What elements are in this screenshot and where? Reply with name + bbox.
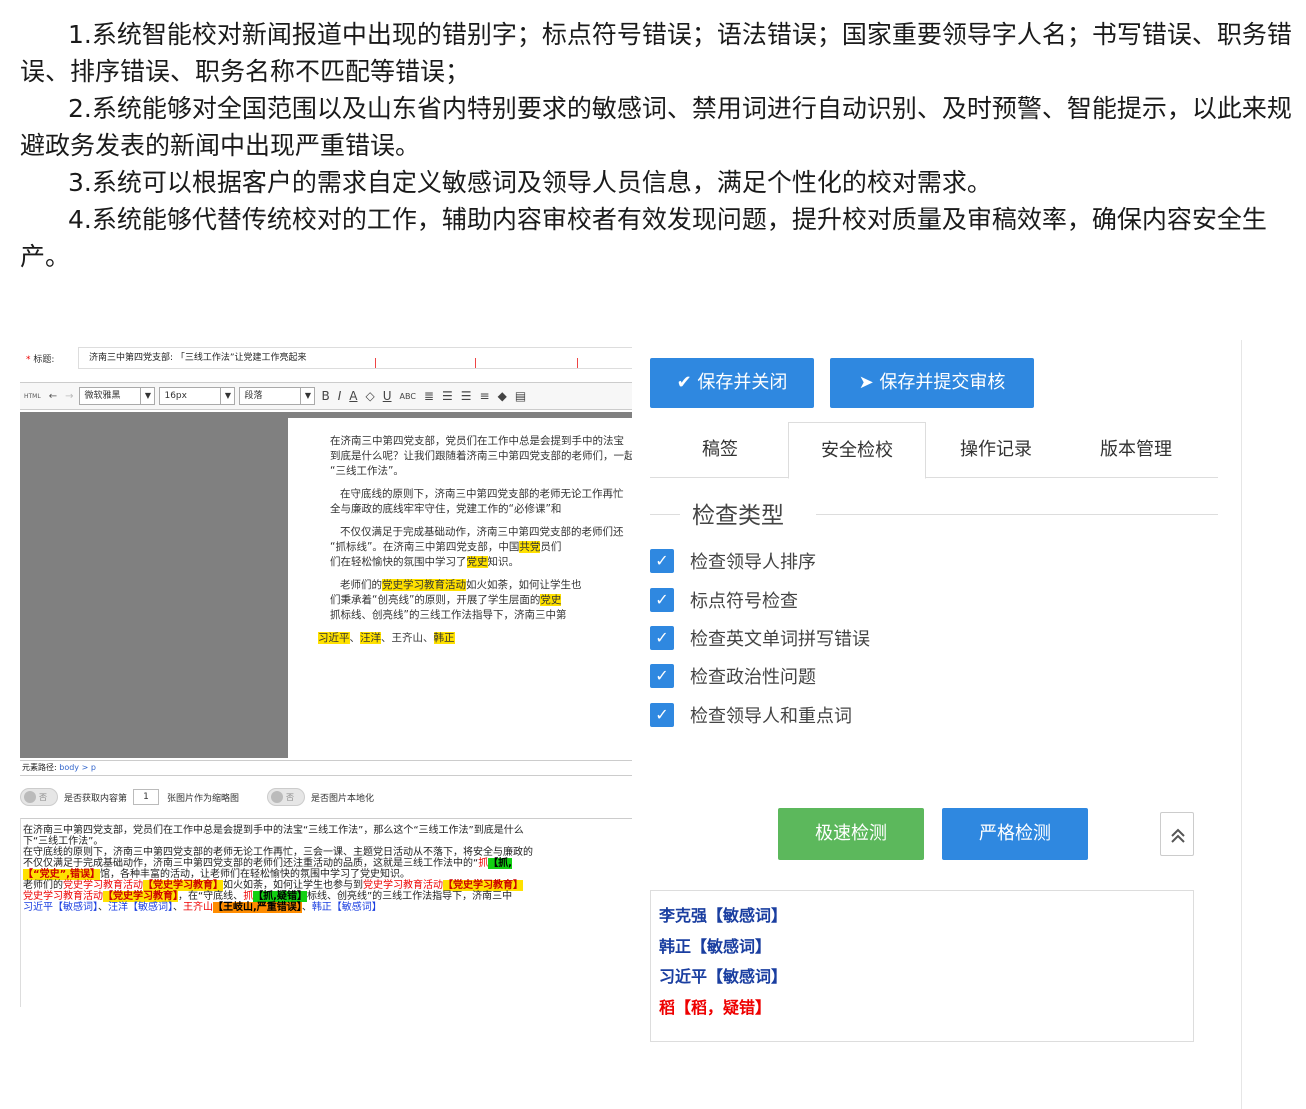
save-submit-button[interactable]: ➤ 保存并提交审核: [830, 358, 1034, 408]
intro-item-4: 4.系统能够代替传统校对的工作，辅助内容审校者有效发现问题，提升校对质量及审稿效…: [20, 205, 1267, 271]
doc-paragraph: 老师们的党史学习教育活动如火如荼，如何让学生也 们秉承着“创亮线”的原则，开展了学…: [330, 579, 582, 621]
undo-icon[interactable]: ←: [47, 391, 59, 402]
align-right-icon[interactable]: ☰: [459, 389, 474, 403]
collapse-button[interactable]: [1160, 812, 1194, 856]
align-left-icon[interactable]: ≣: [422, 389, 436, 403]
paragraph-select[interactable]: 段落 ▼: [239, 387, 316, 405]
tab-draft-label[interactable]: 稿签: [650, 422, 790, 478]
table-icon[interactable]: ▤: [513, 389, 528, 403]
doc-paragraph: 在守底线的原则下，济南三中第四党支部的老师无论工作再忙 全与廉政的底线牢牢守住，党…: [330, 488, 624, 515]
result-item[interactable]: 稻【稻，疑错】: [659, 993, 1193, 1024]
element-path: 元素路径: body > p: [20, 760, 632, 776]
thumbnail-index-input[interactable]: 1: [133, 789, 160, 805]
result-item[interactable]: 韩正【敏感词】: [659, 932, 1193, 963]
redo-icon[interactable]: →: [63, 391, 75, 402]
thumbnail-suffix: 张图片作为缩略图: [167, 793, 240, 804]
thumbnail-label: 是否获取内容第: [64, 793, 128, 804]
italic-icon[interactable]: I: [336, 389, 344, 403]
checkbox-checked-icon[interactable]: ✓: [650, 549, 674, 573]
fast-check-button[interactable]: 极速检测: [778, 808, 924, 860]
options-row: 否 是否获取内容第 1 张图片作为缩略图 否 是否图片本地化: [20, 786, 632, 808]
doc-names-line: 习近平、汪洋、王齐山、韩正: [318, 632, 455, 644]
image-localize-toggle[interactable]: 否: [267, 788, 306, 806]
double-chevron-up-icon: [1171, 828, 1185, 843]
check-results: 李克强【敏感词】 韩正【敏感词】 习近平【敏感词】 稻【稻，疑错】: [650, 890, 1194, 1042]
html-source-button[interactable]: HTML: [22, 393, 43, 400]
strikethrough-icon[interactable]: ABC: [398, 392, 418, 401]
check-option[interactable]: ✓ 检查领导人和重点词: [650, 701, 852, 729]
font-size-select[interactable]: 16px ▼: [159, 387, 236, 405]
checkbox-checked-icon[interactable]: ✓: [650, 626, 674, 650]
document-page[interactable]: 在济南三中第四党支部，党员们在工作中总是会提到手中的法宝 到底是什么呢？让我们跟随…: [288, 418, 632, 764]
send-icon: ➤: [858, 372, 874, 393]
result-item[interactable]: 李克强【敏感词】: [659, 901, 1193, 932]
intro-item-1: 1.系统智能校对新闻报道中出现的错别字；标点符号错误；语法错误；国家重要领导字人…: [20, 20, 1292, 86]
check-option[interactable]: ✓ 检查领导人排序: [650, 547, 816, 575]
check-option[interactable]: ✓ 检查政治性问题: [650, 662, 816, 690]
thumbnail-toggle[interactable]: 否: [20, 788, 58, 806]
tab-security-check[interactable]: 安全检校: [788, 422, 926, 479]
justify-icon[interactable]: ≡: [478, 389, 492, 403]
proofread-result-text: 在济南三中第四党支部，党员们在工作中总是会提到手中的法宝“三线工作法”，那么这个…: [20, 818, 632, 1007]
panel-tabs: 稿签 安全检校 操作记录 版本管理: [650, 422, 1218, 479]
check-type-title: 检查类型: [692, 503, 784, 529]
title-row: * 标题: 济南三中第四党支部: 「三线工作法”让党建工作亮起来: [20, 342, 632, 374]
fill-color-icon[interactable]: ◇: [363, 389, 376, 403]
document-canvas: 在济南三中第四党支部，党员们在工作中总是会提到手中的法宝 到底是什么呢？让我们跟随…: [20, 412, 632, 764]
element-path-link[interactable]: body > p: [59, 763, 96, 772]
font-color-icon[interactable]: A: [347, 389, 359, 403]
check-icon: ✔: [676, 372, 692, 393]
intro-item-2: 2.系统能够对全国范围以及山东省内特别要求的敏感词、禁用词进行自动识别、及时预警…: [20, 94, 1292, 160]
font-family-select[interactable]: 微软雅黑 ▼: [79, 387, 156, 405]
proofread-panel: ✔ 保存并关闭 ➤ 保存并提交审核 稿签 安全检校 操作记录 版本管理 检查类型…: [632, 340, 1242, 1109]
image-localize-label: 是否图片本地化: [311, 793, 375, 804]
strict-check-button[interactable]: 严格检测: [942, 808, 1088, 860]
editor-toolbar: HTML ← → 微软雅黑 ▼ 16px ▼ 段落 ▼ B I A ◇ U ABC ≣…: [20, 382, 632, 410]
check-type-section: 检查类型: [650, 494, 1218, 530]
save-close-button[interactable]: ✔ 保存并关闭: [650, 358, 814, 408]
bold-icon[interactable]: B: [319, 389, 331, 403]
tab-operation-log[interactable]: 操作记录: [926, 422, 1066, 478]
eraser-icon[interactable]: ◆: [496, 389, 509, 403]
underline-icon[interactable]: U: [381, 389, 394, 403]
result-item[interactable]: 习近平【敏感词】: [659, 962, 1193, 993]
title-label: * 标题:: [26, 354, 55, 365]
intro-text: 1.系统智能校对新闻报道中出现的错别字；标点符号错误；语法错误；国家重要领导字人…: [20, 16, 1300, 275]
align-center-icon[interactable]: ☰: [440, 389, 455, 403]
check-option[interactable]: ✓ 检查英文单词拼写错误: [650, 624, 870, 652]
checkbox-checked-icon[interactable]: ✓: [650, 664, 674, 688]
doc-paragraph: 不仅仅满足于完成基础动作，济南三中第四党支部的老师们还 “抓标线”。在济南三中第四…: [330, 526, 624, 568]
checkbox-checked-icon[interactable]: ✓: [650, 588, 674, 612]
doc-paragraph: 在济南三中第四党支部，党员们在工作中总是会提到手中的法宝 到底是什么呢？让我们跟随…: [330, 435, 632, 477]
intro-item-3: 3.系统可以根据客户的需求自定义敏感词及领导人员信息，满足个性化的校对需求。: [68, 168, 992, 197]
article-editor: * 标题: 济南三中第四党支部: 「三线工作法”让党建工作亮起来 HTML ← …: [20, 342, 632, 1007]
checkbox-checked-icon[interactable]: ✓: [650, 703, 674, 727]
title-input[interactable]: 济南三中第四党支部: 「三线工作法”让党建工作亮起来: [78, 347, 632, 369]
check-option[interactable]: ✓ 标点符号检查: [650, 586, 798, 614]
tab-version-manage[interactable]: 版本管理: [1066, 422, 1206, 478]
